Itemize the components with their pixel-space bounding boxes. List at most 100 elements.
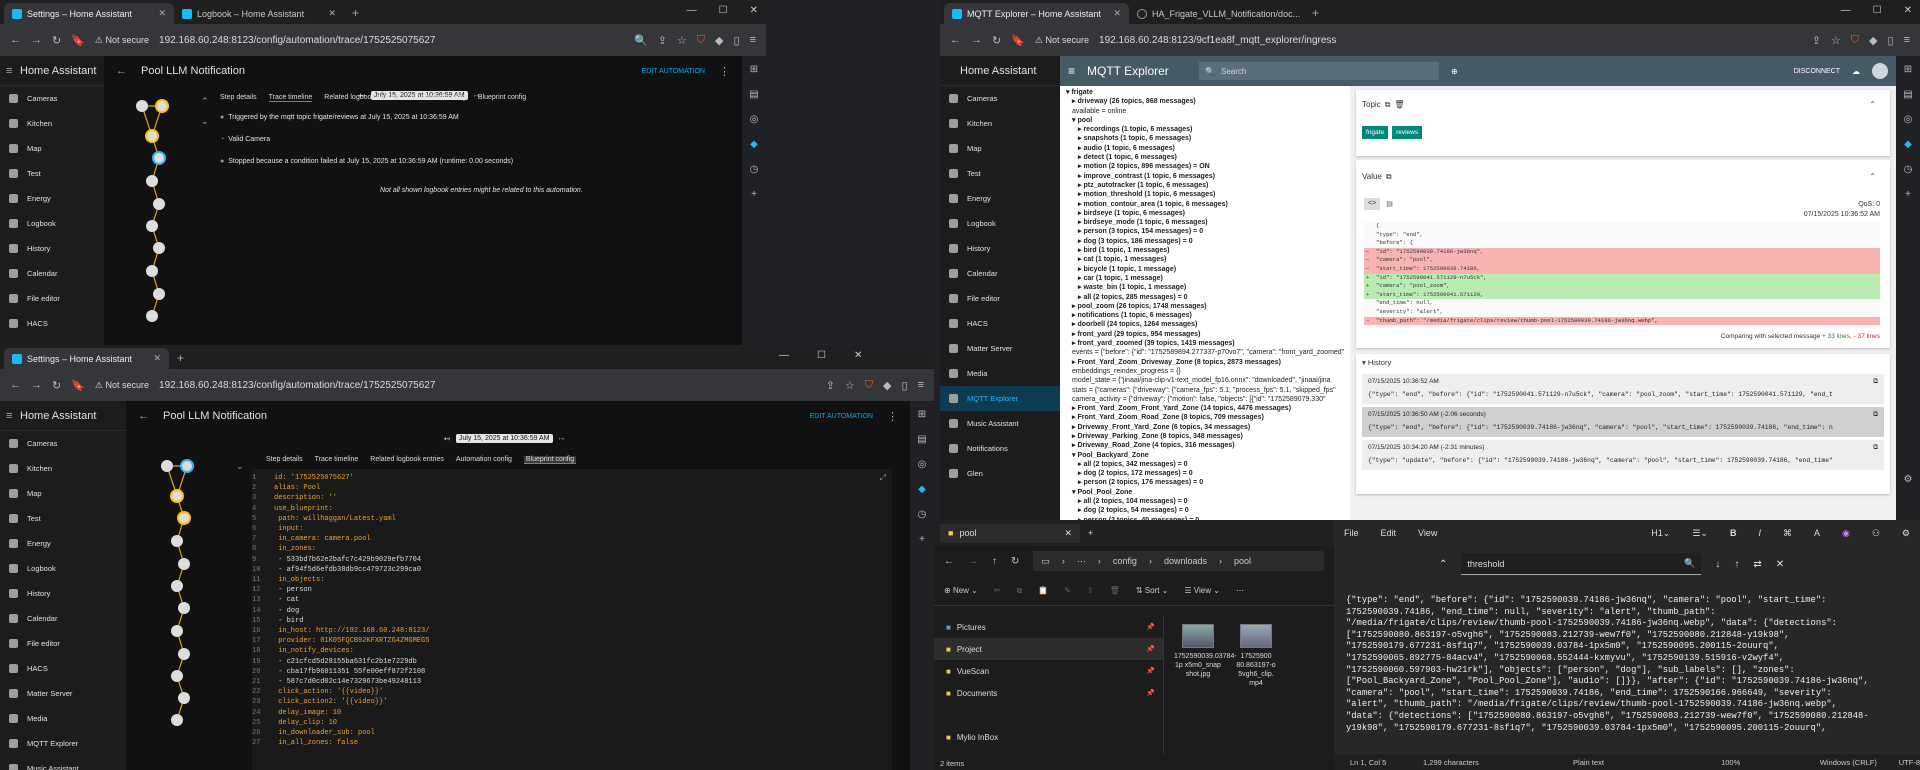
topic-tree[interactable]: ▾ frigate ▸ driveway (26 topics, 868 mes… [1066,86,1344,520]
menu-view[interactable]: View [1418,528,1437,538]
topic-node[interactable]: ▸ Driveway_Front_Yard_Zone (6 topics, 34… [1066,423,1344,432]
topic-node[interactable]: ▾ Pool_Pool_Zone [1066,488,1344,497]
reload-icon[interactable]: ↻ [52,34,61,47]
sidebar-item[interactable]: Cameras [0,431,126,456]
tab-mqtt-explorer[interactable]: MQTT Explorer – Home Assistant ✕ [944,3,1129,24]
sidebar-icon[interactable]: ▯ [734,34,740,47]
topic-chip[interactable]: reviews [1392,126,1423,139]
tab-step-details[interactable]: Step details [220,94,257,102]
nav-item[interactable]: ■ VueScan 📌 [934,660,1163,682]
forward-icon[interactable]: → [31,379,42,391]
brave-shield-icon[interactable]: ⛉ [865,379,873,392]
menu-icon[interactable]: ≡ [6,410,12,422]
sidebar-item[interactable]: HACS [0,656,126,681]
tab-blueprint-config[interactable]: Blueprint config [478,94,526,102]
pin-icon[interactable]: ⊞ [750,64,758,75]
topic-node[interactable]: ▸ dog (2 topics, 54 messages) = 0 [1066,506,1344,515]
wallet-icon[interactable]: ◆ [750,139,758,150]
topic-node[interactable]: ▸ detect (1 topic, 6 messages) [1066,153,1344,162]
share-icon[interactable]: ⇪ [826,379,835,392]
topic-node[interactable]: ▸ bicycle (1 topic, 1 message) [1066,265,1344,274]
sidebar-icon[interactable]: ▯ [1888,34,1894,47]
pin-icon[interactable]: 📌 [1146,645,1155,653]
sidebar-item[interactable]: Media [940,361,1060,386]
sidebar-item[interactable]: Calendar [0,606,126,631]
sidebar-item[interactable]: Map [0,136,104,161]
not-secure-badge[interactable]: ⚠ Not secure [1035,35,1089,46]
sidebar-item[interactable]: Calendar [0,261,104,286]
raw-view-icon[interactable]: ▤ [1382,198,1397,210]
close-icon[interactable]: ✕ [1113,8,1121,19]
maximize-icon[interactable]: ☐ [1873,5,1882,16]
sidebar-item[interactable]: History [0,581,126,606]
add-icon[interactable]: + [919,534,925,545]
clock-icon[interactable]: ◷ [918,509,927,520]
bookmark-icon[interactable]: 🔖 [1011,34,1025,47]
edit-automation-button[interactable]: EDIT AUTOMATION [642,68,705,75]
back-icon[interactable]: ← [10,379,21,391]
sidebar-item[interactable]: Logbook [0,211,104,236]
breadcrumb[interactable]: ▭ › ⋯ › config › downloads › pool [1033,551,1324,571]
new-tab-icon[interactable]: + [344,6,367,24]
topic-node[interactable]: ▸ Front_Yard_Zoom_Road_Zone (8 topics, 7… [1066,413,1344,422]
topic-node[interactable]: ▸ recordings (1 topic, 6 messages) [1066,125,1344,134]
copy-icon[interactable]: ⧉ [1873,444,1878,452]
topic-node[interactable]: ▸ birdseye (1 topic, 6 messages) [1066,209,1344,218]
copy-icon[interactable]: ⧉ [1386,172,1392,182]
sidebar-item[interactable]: Map [940,136,1060,161]
edit-automation-button[interactable]: EDIT AUTOMATION [810,413,873,420]
new-button[interactable]: ⊕ New ⌄ [944,586,978,595]
topic-node[interactable]: ▸ bird (1 topic, 1 messages) [1066,246,1344,255]
history-item[interactable]: 07/15/2025 10:34:20 AM (-2:31 minutes) {"… [1362,440,1884,470]
topic-node[interactable]: ▸ front_yard (29 topics, 954 messages) [1066,330,1344,339]
paste-icon[interactable]: 📋 [1038,586,1048,595]
copy-icon[interactable]: ⧉ [1873,378,1878,386]
topic-node[interactable]: ▸ dog (2 topics, 172 messages) = 0 [1066,469,1344,478]
refresh-icon[interactable]: ↻ [1011,556,1019,567]
extensions-icon[interactable]: ◆ [715,34,723,47]
sidebar-item[interactable]: Logbook [940,211,1060,236]
collapse-icon[interactable]: ⌃ [1869,100,1876,109]
newer-trace-icon[interactable]: ↦ [559,435,565,443]
trace-select[interactable]: July 15, 2025 at 10:36:59 AM [455,434,553,443]
topic-node[interactable]: ▸ motion_threshold (1 topic, 6 messages) [1066,190,1344,199]
topic-node[interactable]: ▸ motion (2 topics, 896 messages) = ON [1066,162,1344,171]
close-icon[interactable]: ✕ [1776,559,1784,570]
tab-settings[interactable]: Settings – Home Assistant ✕ [4,348,169,369]
new-tab-icon[interactable]: + [1304,6,1327,24]
history-icon[interactable]: ◎ [750,114,759,125]
settings-icon[interactable]: ⚙ [1902,528,1910,539]
topic-node[interactable]: ▸ snapshots (1 topic, 6 messages) [1066,134,1344,143]
sidebar-item[interactable]: File editor [0,286,104,311]
star-icon[interactable]: ☆ [1831,34,1841,47]
rename-icon[interactable]: ✎ [1064,586,1071,595]
sidebar-item[interactable]: Music Assistant [0,756,126,770]
sidebar-item[interactable]: History [940,236,1060,261]
tab-related-logbook[interactable]: Related logbook entries [370,456,444,464]
sidebar-item[interactable]: Notifications [940,436,1060,461]
profile-icon[interactable]: ⚇ [1872,528,1880,539]
new-tab-icon[interactable]: + [1088,528,1093,538]
document-text[interactable]: {"type": "end", "before": {"id": "175259… [1346,595,1914,734]
brave-shield-icon[interactable]: ⛉ [697,34,705,47]
maximize-icon[interactable]: ☐ [817,350,826,361]
topic-node[interactable]: events = {"before": {"id": "1752589894.2… [1066,348,1344,357]
pin-icon[interactable]: 📌 [1146,667,1155,675]
topic-node[interactable]: ▸ audio (1 topic, 6 messages) [1066,144,1344,153]
not-secure-badge[interactable]: ⚠ Not secure [95,35,149,46]
brave-shield-icon[interactable]: ⛉ [1851,34,1859,47]
sidebar-item[interactable]: File editor [940,286,1060,311]
minimize-icon[interactable]: — [687,5,697,16]
add-connection-icon[interactable]: ⊕ [1451,67,1458,76]
reload-icon[interactable]: ↻ [52,379,61,392]
sidebar-item[interactable]: Cameras [940,86,1060,111]
sidebar-item[interactable]: MQTT Explorer [0,731,126,756]
delete-icon[interactable]: 🗑 [1110,586,1120,595]
topic-node[interactable]: ▾ Pool_Backyard_Zone [1066,451,1344,460]
topic-node[interactable]: camera_activity = {"driveway": {"motion"… [1066,395,1344,404]
nav-item[interactable]: ■ Pictures 📌 [934,616,1163,638]
find-input[interactable]: threshold 🔍 [1461,553,1702,575]
forward-icon[interactable]: → [971,34,982,46]
forward-icon[interactable]: → [31,34,42,46]
sidebar-item[interactable]: Music Assistant [940,411,1060,436]
